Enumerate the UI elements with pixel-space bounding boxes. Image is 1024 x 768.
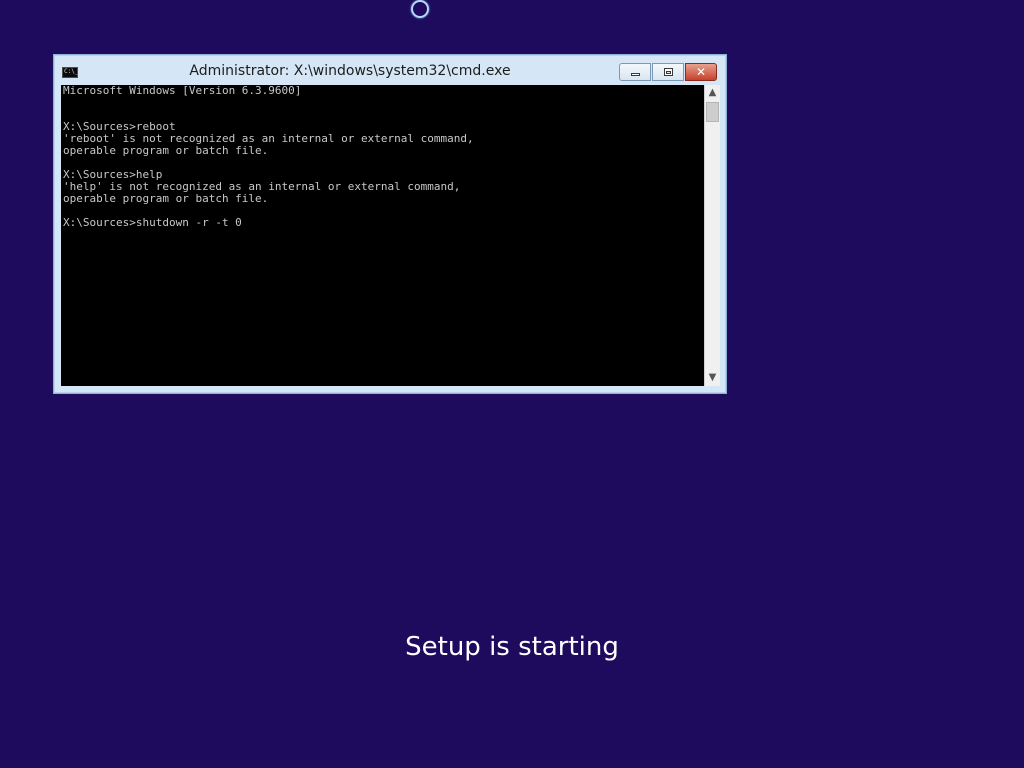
setup-desktop: C:\_ Administrator: X:\windows\system32\…: [0, 0, 1024, 768]
maximize-button[interactable]: [652, 63, 684, 81]
loading-spinner-icon: [411, 0, 429, 18]
close-button[interactable]: ✕: [685, 63, 717, 81]
title-bar[interactable]: C:\_ Administrator: X:\windows\system32\…: [54, 55, 726, 85]
console-output[interactable]: Microsoft Windows [Version 6.3.9600] X:\S…: [61, 85, 704, 386]
console-line: Microsoft Windows [Version 6.3.9600]: [63, 85, 302, 97]
vertical-scrollbar[interactable]: ▲ ▼: [704, 85, 720, 386]
console-line: operable program or batch file.: [63, 144, 269, 157]
setup-status-text: Setup is starting: [405, 632, 619, 662]
maximize-icon: [664, 68, 673, 76]
window-title: Administrator: X:\windows\system32\cmd.e…: [189, 63, 511, 79]
cmd-window[interactable]: C:\_ Administrator: X:\windows\system32\…: [53, 54, 727, 394]
caption-buttons: ✕: [619, 63, 717, 81]
minimize-icon: [631, 73, 640, 76]
scroll-up-arrow-icon[interactable]: ▲: [705, 85, 720, 101]
scroll-down-arrow-icon[interactable]: ▼: [705, 370, 720, 386]
minimize-button[interactable]: [619, 63, 651, 81]
scroll-thumb[interactable]: [706, 102, 719, 122]
console-line: X:\Sources>shutdown -r -t 0: [63, 216, 242, 229]
close-icon: ✕: [695, 65, 707, 79]
console-line: operable program or batch file.: [63, 192, 269, 205]
